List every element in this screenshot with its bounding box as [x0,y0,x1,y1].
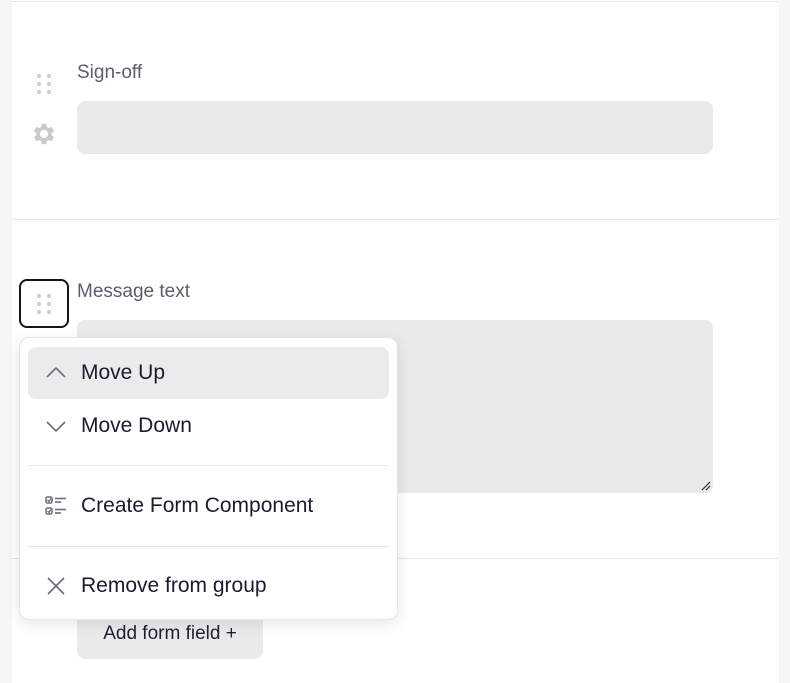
menu-separator [28,546,389,547]
menu-item-move-up[interactable]: Move Up [28,347,389,399]
left-gutter [0,0,12,683]
close-icon [45,575,67,597]
chevron-down-icon [45,415,67,437]
field-label-sign-off: Sign-off [77,62,143,83]
right-gutter [779,0,790,683]
section-divider [12,1,779,2]
resize-grip-icon[interactable] [701,481,711,491]
drag-handle-icon[interactable] [19,279,69,328]
drag-handle-icon[interactable] [20,61,68,107]
menu-item-create-form-component[interactable]: Create Form Component [28,480,389,532]
section-divider [12,219,779,220]
menu-separator [28,465,389,466]
menu-item-remove-from-group[interactable]: Remove from group [28,560,389,612]
menu-item-move-down[interactable]: Move Down [28,400,389,452]
checklist-icon [45,495,67,517]
gear-icon[interactable] [30,120,58,148]
menu-item-label: Remove from group [81,574,267,597]
context-menu: Move Up Move Down Create Form Component [19,337,398,620]
menu-item-label: Move Down [81,414,192,437]
field-label-message-text: Message text [77,281,190,302]
menu-item-label: Move Up [81,361,166,384]
chevron-up-icon [45,362,67,384]
sign-off-input[interactable] [77,101,713,154]
menu-item-label: Create Form Component [81,494,314,517]
